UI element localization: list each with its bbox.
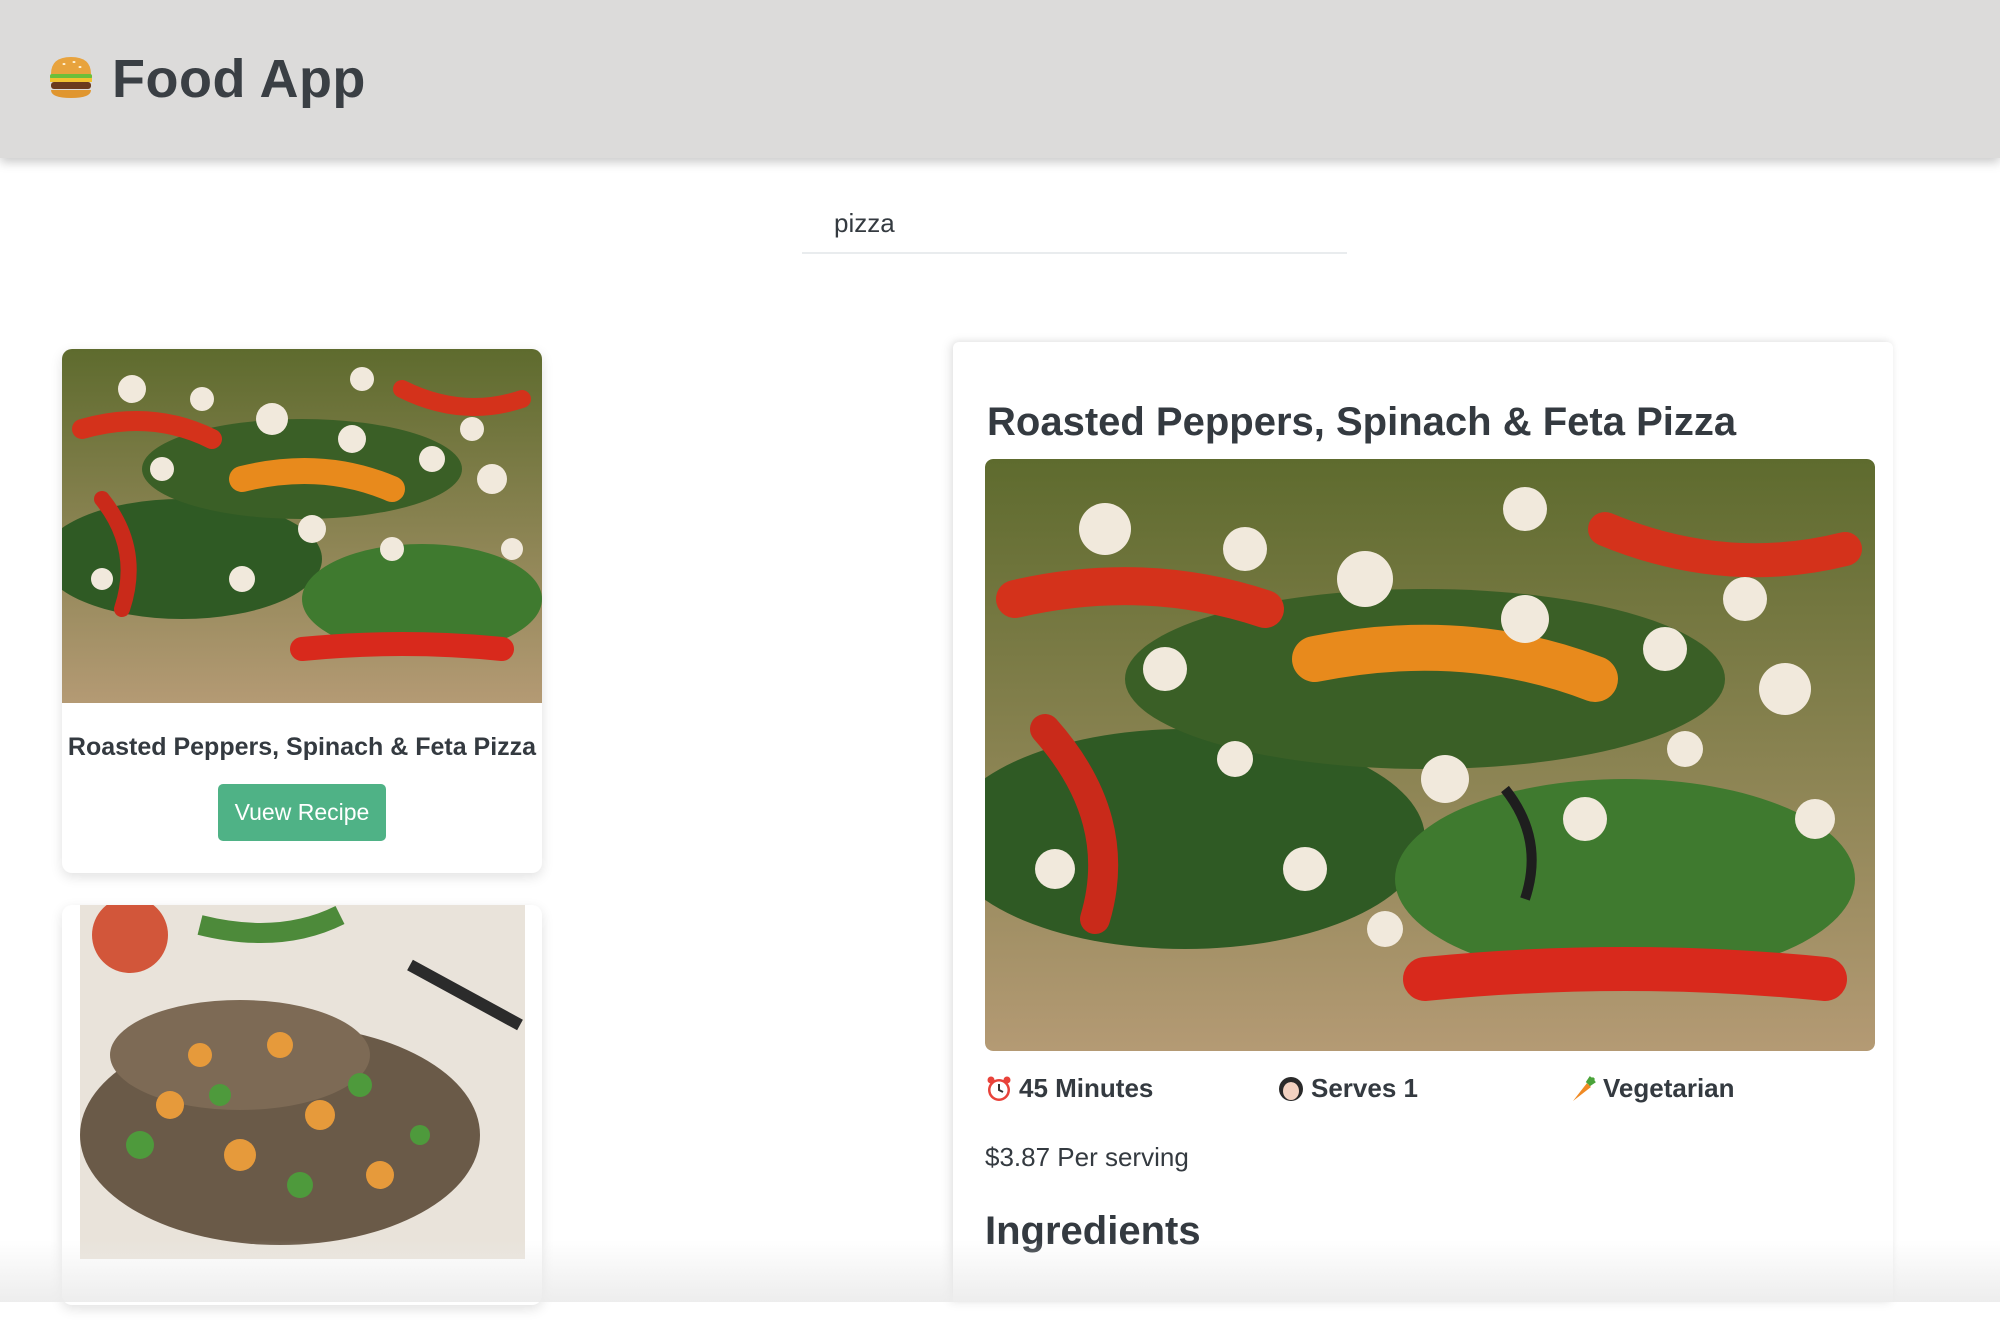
servings: Serves 1 — [1277, 1073, 1569, 1104]
alarm-clock-icon — [985, 1075, 1013, 1103]
recipe-meta-row: 45 Minutes Serves 1 Vegetarian — [985, 1073, 1861, 1104]
pizza-photo-large — [985, 459, 1875, 1051]
servings-label: Serves 1 — [1311, 1073, 1418, 1103]
recipe-detail-title: Roasted Peppers, Spinach & Feta Pizza — [987, 400, 1737, 444]
app-title: Food App — [112, 49, 366, 109]
recipe-card — [62, 905, 542, 1305]
cook-time: 45 Minutes — [985, 1073, 1277, 1104]
grilled-flatbread-photo — [79, 905, 525, 1259]
results-list: Roasted Peppers, Spinach & Feta Pizza Vu… — [62, 349, 542, 1337]
burger-icon — [46, 52, 96, 102]
diet-type: Vegetarian — [1569, 1073, 1861, 1104]
carrot-icon — [1569, 1075, 1597, 1103]
ingredients-heading: Ingredients — [985, 1209, 1201, 1253]
cook-time-label: 45 Minutes — [1019, 1073, 1154, 1103]
recipe-card-title: Roasted Peppers, Spinach & Feta Pizza — [67, 733, 537, 761]
view-recipe-button[interactable]: Vuew Recipe — [217, 784, 387, 841]
search-input[interactable] — [802, 196, 1347, 250]
price-per-serving: $3.87 Per serving — [985, 1142, 1189, 1172]
recipe-card: Roasted Peppers, Spinach & Feta Pizza Vu… — [62, 349, 542, 873]
person-icon — [1277, 1075, 1305, 1103]
pizza-photo — [62, 349, 542, 703]
search-bar — [802, 196, 1347, 254]
diet-label: Vegetarian — [1603, 1073, 1735, 1103]
app-header: Food App — [0, 0, 2000, 158]
recipe-detail-panel: Roasted Peppers, Spinach & Feta Pizza 45… — [953, 342, 1893, 1302]
